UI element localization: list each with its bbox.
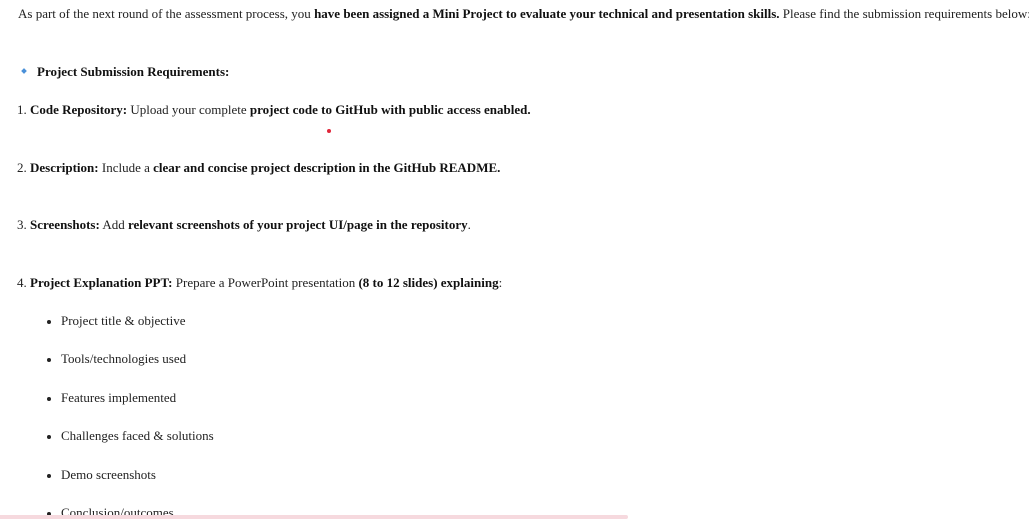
item-title: Description: bbox=[30, 160, 99, 175]
bottom-highlight-bar bbox=[0, 515, 628, 519]
item-bold-text: clear and concise project description in… bbox=[153, 160, 501, 175]
requirement-item-code-repository: 1. Code Repository: Upload your complete… bbox=[17, 102, 531, 118]
ppt-topic-item: Tools/technologies used bbox=[61, 351, 187, 366]
item-text: Upload your complete bbox=[127, 102, 250, 117]
diamond-bullet-icon bbox=[21, 68, 27, 74]
bullet-dot-icon bbox=[47, 435, 51, 439]
bullet-dot-icon bbox=[47, 397, 51, 401]
item-text-end: : bbox=[498, 275, 503, 290]
bullet-dot-icon bbox=[47, 320, 51, 324]
item-bold-text: project code to GitHub with public acces… bbox=[249, 102, 531, 117]
item-number: 2. bbox=[17, 160, 30, 175]
intro-paragraph: As part of the next round of the assessm… bbox=[18, 6, 1029, 22]
item-bold-text: relevant screenshots of your project UI/… bbox=[127, 217, 468, 232]
ppt-topic-item: Features implemented bbox=[61, 390, 177, 405]
item-text: Add bbox=[99, 217, 128, 232]
item-text: Include a bbox=[98, 160, 154, 175]
intro-bold-text: have been assigned a Mini Project to eva… bbox=[314, 6, 780, 21]
marker-dot-icon bbox=[327, 129, 331, 133]
requirement-item-screenshots: 3. Screenshots: Add relevant screenshots… bbox=[17, 217, 471, 233]
bullet-dot-icon bbox=[47, 474, 51, 478]
intro-text: As part of the next round of the assessm… bbox=[18, 6, 315, 21]
item-number: 1. bbox=[17, 102, 30, 117]
item-text: Prepare a PowerPoint presentation bbox=[172, 275, 359, 290]
item-title: Code Repository: bbox=[30, 102, 128, 117]
intro-text-end: Please find the submission requirements … bbox=[779, 6, 1029, 21]
ppt-topic-item: Demo screenshots bbox=[61, 467, 156, 482]
ppt-topic-item: Challenges faced & solutions bbox=[61, 428, 214, 443]
bullet-dot-icon bbox=[47, 358, 51, 362]
item-number: 3. bbox=[17, 217, 30, 232]
requirements-heading-text: Project Submission Requirements: bbox=[37, 64, 230, 79]
requirement-item-ppt: 4. Project Explanation PPT: Prepare a Po… bbox=[17, 275, 502, 291]
requirements-heading: Project Submission Requirements: bbox=[21, 64, 230, 80]
requirement-item-description: 2. Description: Include a clear and conc… bbox=[17, 160, 500, 176]
item-title: Project Explanation PPT: bbox=[30, 275, 173, 290]
item-number: 4. bbox=[17, 275, 30, 290]
item-bold-text: (8 to 12 slides) explaining bbox=[358, 275, 499, 290]
item-title: Screenshots: bbox=[30, 217, 100, 232]
item-text-end: . bbox=[467, 217, 471, 232]
document-body: As part of the next round of the assessm… bbox=[0, 0, 1029, 520]
ppt-topic-item: Project title & objective bbox=[61, 313, 186, 328]
